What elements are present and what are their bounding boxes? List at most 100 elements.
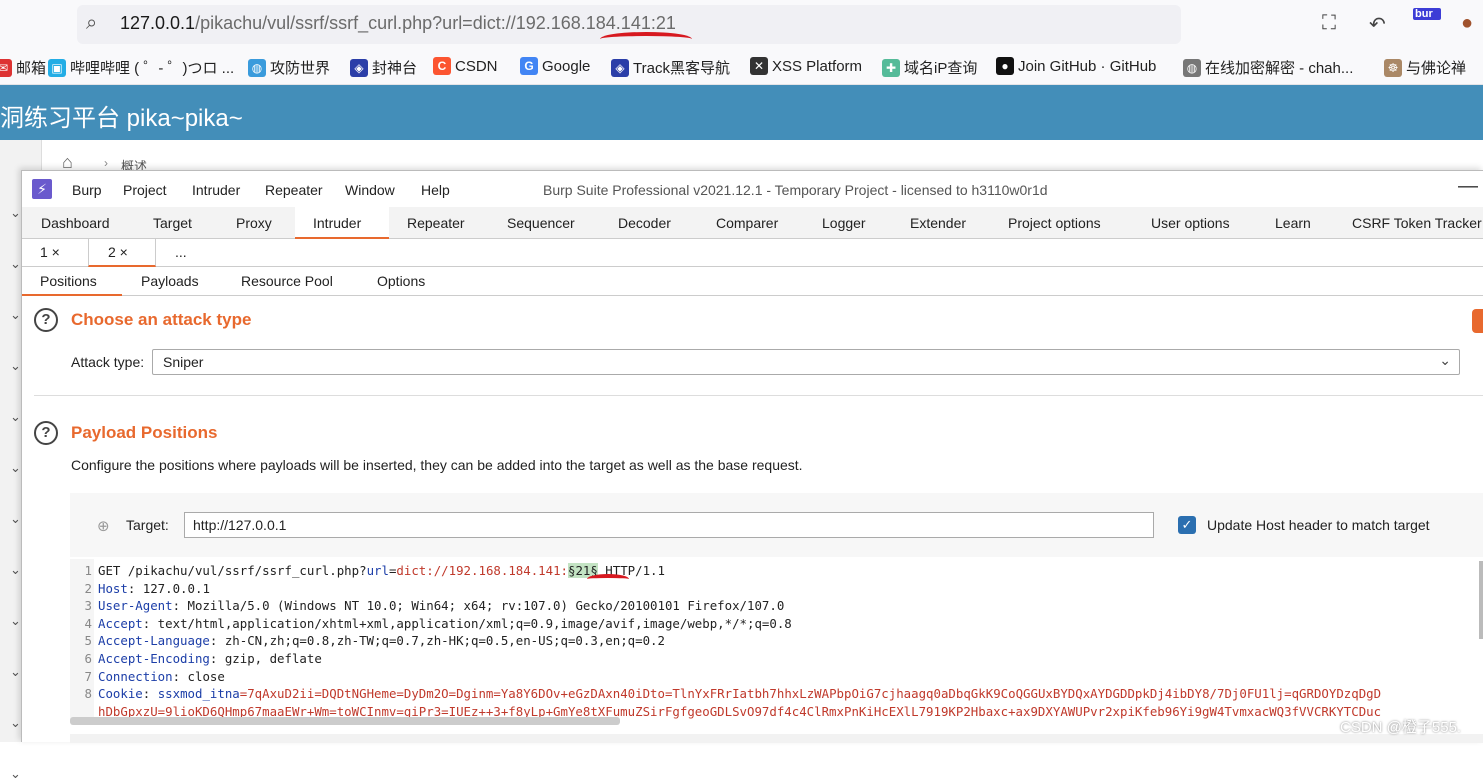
cookie-icon[interactable]: ●: [1461, 12, 1473, 35]
target-input[interactable]: http://127.0.0.1: [184, 512, 1154, 538]
chevron-down-icon[interactable]: ⌄: [10, 715, 21, 731]
help-icon[interactable]: ?: [34, 421, 58, 445]
line-number: 3: [84, 598, 92, 614]
tab-extender[interactable]: Extender: [910, 215, 966, 231]
chevron-down-icon[interactable]: ⌄: [10, 511, 21, 527]
menu-help[interactable]: Help: [421, 182, 450, 198]
red-underline-mark: [587, 574, 629, 584]
chevron-down-icon[interactable]: ⌄: [10, 460, 21, 476]
menu-burp[interactable]: Burp: [72, 182, 102, 198]
subtab-positions[interactable]: Positions: [40, 273, 97, 289]
tab-csrf-token-tracker[interactable]: CSRF Token Tracker: [1352, 215, 1482, 231]
github-icon: ●: [996, 57, 1014, 75]
line-number: 1: [84, 563, 92, 578]
bookmark-item[interactable]: ◈ Track黑客导航: [611, 57, 730, 78]
request-line: 3 User-Agent: Mozilla/5.0 (Windows NT 10.…: [70, 598, 785, 616]
url-text[interactable]: 127.0.0.1/pikachu/vul/ssrf/ssrf_curl.php…: [120, 13, 676, 34]
crop-icon[interactable]: ⛶: [1322, 12, 1336, 35]
chevron-down-icon[interactable]: ⌄: [10, 205, 21, 221]
burp-window: ⚡ Burp Project Intruder Repeater Window Help …: [21, 170, 1483, 743]
vertical-scrollbar[interactable]: [1479, 561, 1483, 639]
section-divider: [34, 395, 1483, 396]
line-number: 5: [84, 633, 92, 649]
bookmark-label: Google: [542, 57, 591, 75]
buddha-icon: ☸: [1384, 58, 1402, 77]
request-line: 7 Connection: close: [70, 669, 225, 687]
bookmark-item[interactable]: ● Join GitHub · GitHub: [996, 57, 1156, 75]
payload-positions-title: Payload Positions: [71, 423, 218, 442]
request-editor[interactable]: 1 GET /pikachu/vul/ssrf/ssrf_curl.php?url…: [70, 559, 1483, 719]
subtab-payloads[interactable]: Payloads: [141, 273, 199, 289]
burp-badge: bur: [1413, 8, 1441, 20]
chevron-down-icon[interactable]: ⌄: [10, 256, 21, 272]
tab-decoder[interactable]: Decoder: [618, 215, 671, 231]
chevron-down-icon[interactable]: ⌄: [10, 613, 21, 629]
pikachu-title: 洞练习平台 pika~pika~: [0, 105, 243, 132]
menu-project[interactable]: Project: [123, 182, 167, 198]
tab-sequencer[interactable]: Sequencer: [507, 215, 575, 231]
bookmark-item[interactable]: C CSDN: [433, 57, 498, 75]
bookmark-label: XSS Platform: [772, 57, 863, 75]
request-line: 4 Accept: text/html,application/xhtml+xml…: [70, 616, 792, 634]
chevron-down-icon[interactable]: ⌄: [10, 664, 21, 680]
header-value: : gzip, deflate: [209, 651, 322, 666]
bookmark-item[interactable]: ✕ XSS Platform: [750, 57, 862, 75]
tab-comparer[interactable]: Comparer: [716, 215, 778, 231]
tab-user-options[interactable]: User options: [1151, 215, 1230, 231]
subtab-resource-pool[interactable]: Resource Pool: [241, 273, 333, 289]
bookmark-item[interactable]: ◈ 封神台: [350, 57, 417, 78]
attack-type-select[interactable]: Sniper ⌄: [152, 349, 1460, 375]
header-name: Accept-Language: [98, 633, 210, 649]
subtab-options[interactable]: Options: [377, 273, 425, 289]
attack-tabs: [22, 239, 1483, 267]
help-icon[interactable]: ?: [34, 308, 58, 332]
start-attack-button[interactable]: [1472, 309, 1483, 333]
update-host-checkbox[interactable]: ✓: [1178, 516, 1196, 534]
menu-intruder[interactable]: Intruder: [192, 182, 240, 198]
line-number: 8: [84, 686, 92, 702]
window-title: Burp Suite Professional v2021.12.1 - Tem…: [543, 182, 1048, 198]
attack-tab[interactable]: ...: [175, 244, 187, 260]
bookmark-item[interactable]: ✉ 邮箱: [0, 57, 46, 78]
header-name: User-Agent: [98, 598, 173, 614]
bookmark-label: Join GitHub · GitHub: [1018, 57, 1157, 75]
bookmark-item[interactable]: ◍ 攻防世界: [248, 57, 330, 78]
tab-intruder[interactable]: Intruder: [313, 215, 361, 231]
horizontal-scrollbar[interactable]: [70, 717, 620, 725]
tab-target[interactable]: Target: [153, 215, 192, 231]
tab-logger[interactable]: Logger: [822, 215, 866, 231]
bookmark-label: 封神台: [372, 60, 418, 77]
header-name: Accept: [98, 615, 143, 631]
chevron-down-icon[interactable]: ⌄: [10, 358, 21, 374]
tab-learn[interactable]: Learn: [1275, 215, 1311, 231]
tab-project-options[interactable]: Project options: [1008, 215, 1101, 231]
bookmark-item[interactable]: ▣ 哔哩哔哩 ( ゜- ゜)つロ ...: [48, 57, 234, 78]
target-input-value: http://127.0.0.1: [193, 517, 287, 533]
attack-tab[interactable]: 1 ×: [40, 244, 60, 260]
attack-tab[interactable]: 2 ×: [108, 244, 128, 260]
chevron-down-icon[interactable]: ⌄: [10, 307, 21, 323]
burp-extension-icon[interactable]: bur: [1413, 8, 1441, 34]
tab-proxy[interactable]: Proxy: [236, 215, 272, 231]
crosshair-icon: ⊕: [97, 518, 110, 535]
bookmark-item[interactable]: ✚ 域名iP查询: [882, 57, 977, 78]
chevron-down-icon[interactable]: ⌄: [10, 409, 21, 425]
bookmark-label: 哔哩哔哩 ( ゜- ゜)つロ ...: [70, 60, 235, 77]
bookmark-item[interactable]: G Google: [520, 57, 590, 75]
minimize-icon[interactable]: —: [1458, 175, 1478, 198]
tab-dashboard[interactable]: Dashboard: [41, 215, 110, 231]
chevron-down-icon[interactable]: ⌄: [10, 766, 21, 782]
tab-repeater[interactable]: Repeater: [407, 215, 465, 231]
undo-icon[interactable]: ↶: [1369, 12, 1386, 37]
menu-window[interactable]: Window: [345, 182, 395, 198]
menu-repeater[interactable]: Repeater: [265, 182, 323, 198]
bilibili-icon: ▣: [48, 58, 66, 77]
bookmark-item[interactable]: ◍ 在线加密解密 - chah...: [1183, 57, 1353, 78]
line-number: 4: [84, 615, 92, 631]
bookmark-label: 攻防世界: [270, 60, 331, 77]
header-value: : 127.0.0.1: [127, 580, 210, 596]
bookmark-item[interactable]: ☸ 与佛论禅: [1384, 57, 1466, 78]
chevron-down-icon[interactable]: ⌄: [10, 562, 21, 578]
csdn-icon: C: [433, 57, 451, 75]
header-value: : zh-CN,zh;q=0.8,zh-TW;q=0.7,zh-HK;q=0.5…: [209, 633, 665, 649]
